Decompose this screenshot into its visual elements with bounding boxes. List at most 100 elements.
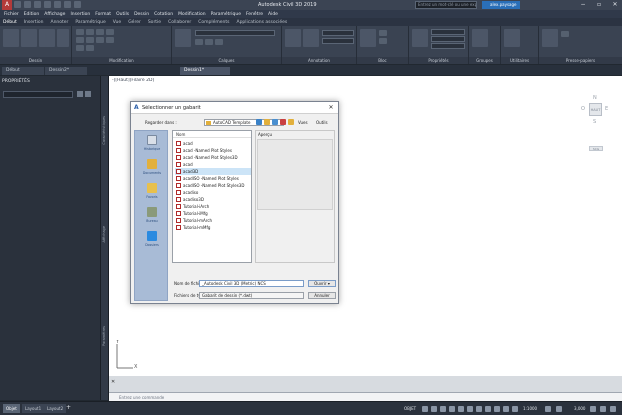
paste-icon[interactable] (542, 29, 558, 47)
command-line[interactable]: Entrez une commande (109, 392, 622, 401)
scale-icon[interactable] (106, 37, 114, 43)
wcs-menu[interactable]: SCG (589, 146, 603, 151)
create-block-icon[interactable] (379, 30, 387, 36)
dimension-icon[interactable] (303, 29, 319, 47)
panel-label[interactable]: Propriétés (409, 57, 468, 64)
search-web-icon[interactable] (272, 119, 278, 125)
menu-cotation[interactable]: Cotation (154, 12, 173, 17)
cancel-button[interactable]: Annuler (308, 292, 336, 299)
layer-freeze-icon[interactable] (205, 39, 213, 45)
file-row[interactable]: acad (175, 140, 251, 147)
model-space-toggle[interactable]: OBJET (404, 406, 416, 411)
annotation-scale-icon[interactable] (512, 406, 518, 412)
file-tab-dessin2[interactable]: Dessin2* (45, 67, 87, 75)
edit-block-icon[interactable] (379, 38, 387, 44)
trim-icon[interactable] (96, 29, 104, 35)
fullscreen-icon[interactable] (600, 406, 606, 412)
units-icon[interactable] (556, 406, 562, 412)
viewcube-face[interactable]: HAUT (589, 103, 602, 116)
match-properties-icon[interactable] (412, 29, 428, 47)
open-button[interactable]: Ouvrir ▾ (308, 280, 336, 287)
menu-dessin[interactable]: Dessin (134, 12, 149, 17)
file-row[interactable]: Tutorial-iMfg (175, 210, 251, 217)
tab-annoter[interactable]: Annoter (49, 20, 69, 25)
viewcube-s[interactable]: S (593, 119, 596, 125)
erase-icon[interactable] (86, 45, 94, 51)
copy-icon[interactable] (106, 29, 114, 35)
line-icon[interactable] (3, 29, 19, 47)
group-icon[interactable] (472, 29, 488, 47)
new-folder-icon[interactable] (288, 119, 294, 125)
print-icon[interactable] (54, 1, 61, 8)
file-row[interactable]: acad -Named Plot Styles3D (175, 154, 251, 161)
color-dropdown[interactable] (431, 29, 465, 35)
annotation-scale[interactable]: 1:1000 (523, 406, 537, 411)
fillet-icon[interactable] (86, 37, 94, 43)
menu-aide[interactable]: Aide (268, 12, 278, 17)
layout-tab-objet[interactable]: Objet (3, 404, 20, 413)
panel-label[interactable]: Presse-papiers (539, 57, 622, 64)
copy-clip-icon[interactable] (561, 31, 569, 37)
side-label[interactable]: Affichage (102, 226, 106, 242)
dim-style-dropdown[interactable] (322, 38, 354, 44)
user-account[interactable]: alex.paysage (482, 1, 520, 9)
layer-dropdown[interactable] (195, 30, 275, 36)
units-value[interactable]: 3,000 (574, 406, 585, 411)
panel-label[interactable]: Dessin (0, 57, 71, 64)
ortho-icon[interactable] (440, 406, 446, 412)
menu-parametrique[interactable]: Paramétrique (211, 12, 241, 17)
linetype-dropdown[interactable] (431, 43, 465, 49)
panel-label[interactable]: Utilitaires (501, 57, 538, 64)
tab-collaborer[interactable]: Collaborer (167, 20, 192, 25)
viewcube-n[interactable]: N (593, 95, 597, 101)
close-command-icon[interactable]: ✕ (111, 380, 116, 385)
panel-label[interactable]: Annotation (282, 57, 356, 64)
menu-fichier[interactable]: Fichier (4, 12, 19, 17)
text-icon[interactable] (285, 29, 301, 47)
panel-label[interactable]: Modification (72, 57, 171, 64)
place-dossiers[interactable]: Dossiers (140, 231, 164, 253)
annotation-visibility-icon[interactable] (503, 406, 509, 412)
redo-icon[interactable] (74, 1, 81, 8)
menu-edition[interactable]: Edition (24, 12, 40, 17)
otrack-icon[interactable] (467, 406, 473, 412)
file-row[interactable]: acadiso (175, 189, 251, 196)
selection-dropdown[interactable] (3, 91, 73, 98)
workspace-icon[interactable] (545, 406, 551, 412)
snap-icon[interactable] (431, 406, 437, 412)
file-tab-dessin1[interactable]: Dessin1* (180, 67, 230, 75)
up-folder-icon[interactable] (264, 119, 270, 125)
file-row[interactable]: acad (175, 161, 251, 168)
transparency-icon[interactable] (485, 406, 491, 412)
rotate-icon[interactable] (86, 29, 94, 35)
filetype-dropdown[interactable]: Gabarit de dessin (*.dwt) (199, 292, 304, 299)
app-menu-button[interactable]: A (2, 0, 12, 10)
command-input[interactable]: Entrez une commande (119, 395, 164, 400)
dialog-titlebar[interactable]: A Sélectionner un gabarit ✕ (131, 102, 338, 114)
delete-icon[interactable] (280, 119, 286, 125)
tab-complements[interactable]: Compléments (197, 20, 230, 25)
back-icon[interactable] (256, 119, 262, 125)
file-row[interactable]: Tutorial-iArch (175, 203, 251, 210)
polyline-icon[interactable] (21, 29, 37, 47)
open-icon[interactable] (24, 1, 31, 8)
maximize-icon[interactable]: ▫ (595, 1, 603, 8)
measure-icon[interactable] (504, 29, 520, 47)
isolate-icon[interactable] (590, 406, 596, 412)
tab-gerer[interactable]: Gérer (127, 20, 142, 25)
new-icon[interactable] (14, 1, 21, 8)
place-documents[interactable]: Documents (140, 159, 164, 181)
search-input[interactable]: Entrez un mot-clé ou une expression (415, 1, 477, 9)
panel-label[interactable]: Bloc (357, 57, 408, 64)
insert-block-icon[interactable] (360, 29, 376, 47)
saveas-icon[interactable] (44, 1, 51, 8)
select-objects-icon[interactable] (85, 91, 91, 97)
lineweight-dropdown[interactable] (431, 36, 465, 42)
menu-affichage[interactable]: Affichage (44, 12, 65, 17)
place-bureau[interactable]: Bureau (140, 207, 164, 229)
filename-input[interactable]: _Autodesk Civil 3D (Metric) NCS (199, 280, 304, 287)
tab-sortie[interactable]: Sortie (147, 20, 162, 25)
file-tab-debut[interactable]: Début (2, 67, 44, 75)
viewport-controls[interactable]: -][Haut][Filaire 2D] (112, 78, 154, 83)
tools-menu[interactable]: Outils (316, 120, 328, 125)
